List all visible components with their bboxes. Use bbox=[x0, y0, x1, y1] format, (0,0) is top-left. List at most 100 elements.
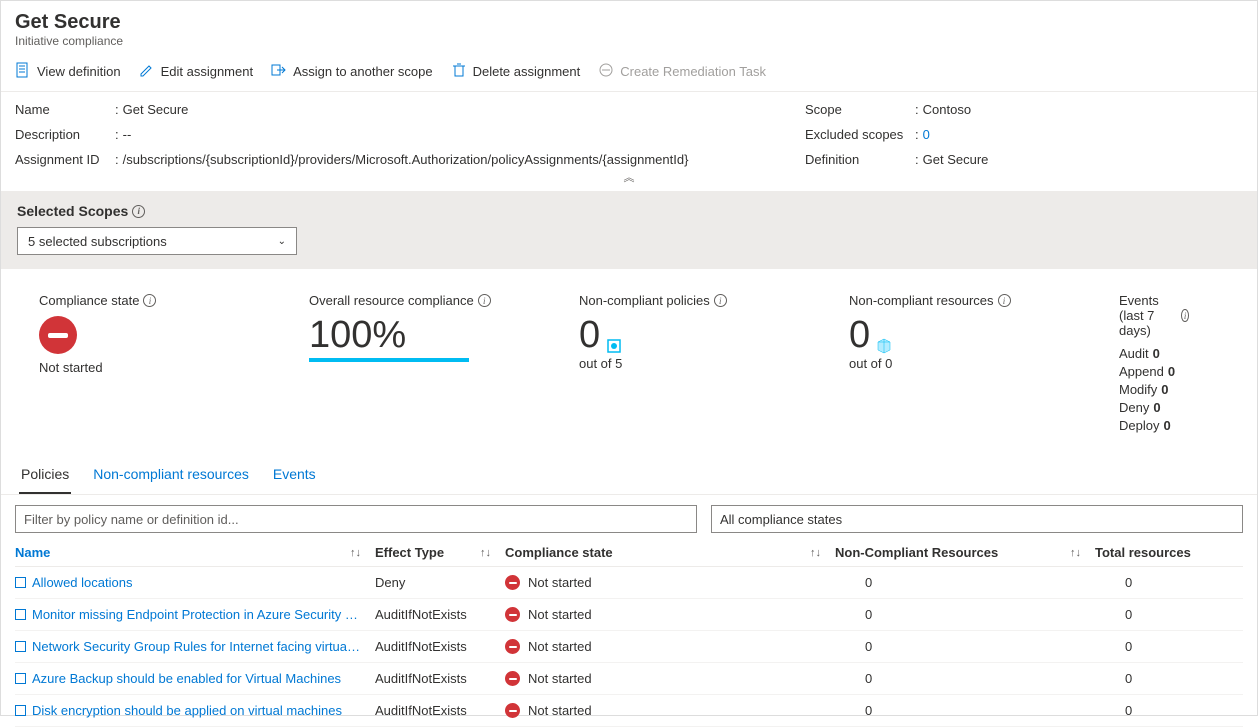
selected-scopes-label: Selected Scopes bbox=[17, 203, 128, 219]
progress-bar bbox=[309, 358, 469, 362]
table-header: Name↑↓ Effect Type↑↓ Compliance state↑↓ … bbox=[15, 537, 1243, 567]
definition-label: Definition bbox=[805, 152, 915, 167]
assign-scope-button[interactable]: Assign to another scope bbox=[271, 62, 432, 81]
policy-icon bbox=[15, 641, 26, 652]
tab-events[interactable]: Events bbox=[271, 456, 318, 494]
state-cell: Not started bbox=[505, 639, 835, 654]
sort-icon: ↑↓ bbox=[480, 547, 491, 559]
name-value: Get Secure bbox=[123, 102, 189, 117]
compliance-state-metric: Compliance statei Not started bbox=[39, 293, 309, 436]
total-cell: 0 bbox=[1095, 639, 1215, 654]
info-icon[interactable]: i bbox=[1181, 309, 1189, 322]
page-header: Get Secure Initiative compliance bbox=[1, 1, 1257, 52]
scopes-dropdown[interactable]: 5 selected subscriptions ⌄ bbox=[17, 227, 297, 255]
label: Edit assignment bbox=[161, 64, 254, 79]
label: Overall resource compliance bbox=[309, 293, 474, 308]
noncomp-cell: 0 bbox=[835, 639, 1095, 654]
event-modify: Modify0 bbox=[1119, 382, 1189, 397]
definition-icon bbox=[15, 62, 31, 81]
total-cell: 0 bbox=[1095, 607, 1215, 622]
policy-link[interactable]: Monitor missing Endpoint Protection in A… bbox=[15, 607, 358, 622]
description-label: Description bbox=[15, 127, 115, 142]
effect-cell: AuditIfNotExists bbox=[375, 639, 505, 654]
excluded-scopes-value[interactable]: 0 bbox=[923, 127, 930, 142]
effect-cell: AuditIfNotExists bbox=[375, 607, 505, 622]
tab-policies[interactable]: Policies bbox=[19, 456, 71, 494]
tab-noncompliant-resources[interactable]: Non-compliant resources bbox=[91, 456, 251, 494]
policy-filter-input[interactable] bbox=[15, 505, 697, 533]
description-value: -- bbox=[123, 127, 132, 142]
value: 0 bbox=[849, 316, 870, 354]
label: Events (last 7 days) bbox=[1119, 293, 1177, 338]
info-icon[interactable]: i bbox=[143, 294, 156, 307]
info-icon[interactable]: i bbox=[998, 294, 1011, 307]
overall-compliance-metric: Overall resource compliancei 100% bbox=[309, 293, 579, 436]
header-name[interactable]: Name↑↓ bbox=[15, 545, 375, 560]
name-label: Name bbox=[15, 102, 115, 117]
not-started-icon bbox=[505, 639, 520, 654]
label: Assign to another scope bbox=[293, 64, 432, 79]
scope-label: Scope bbox=[805, 102, 915, 117]
info-icon[interactable]: i bbox=[714, 294, 727, 307]
state-cell: Not started bbox=[505, 671, 835, 686]
command-bar: View definition Edit assignment Assign t… bbox=[1, 52, 1257, 92]
policy-link[interactable]: Azure Backup should be enabled for Virtu… bbox=[15, 671, 341, 686]
subtext: out of 5 bbox=[579, 356, 819, 371]
info-icon[interactable]: i bbox=[132, 205, 145, 218]
create-remediation-button: Create Remediation Task bbox=[598, 62, 766, 81]
view-definition-button[interactable]: View definition bbox=[15, 62, 121, 81]
header-state[interactable]: Compliance state↑↓ bbox=[505, 545, 835, 560]
not-started-icon bbox=[505, 575, 520, 590]
page-title: Get Secure bbox=[15, 11, 1243, 34]
policy-icon bbox=[15, 577, 26, 588]
value: 0 bbox=[579, 316, 600, 354]
table-row: Disk encryption should be applied on vir… bbox=[15, 695, 1243, 727]
resource-icon bbox=[876, 338, 892, 354]
noncomp-cell: 0 bbox=[835, 607, 1095, 622]
dropdown-value: 5 selected subscriptions bbox=[28, 234, 167, 249]
header-total[interactable]: Total resources bbox=[1095, 545, 1215, 560]
arrow-right-icon bbox=[271, 62, 287, 81]
edit-assignment-button[interactable]: Edit assignment bbox=[139, 62, 254, 81]
noncomp-cell: 0 bbox=[835, 575, 1095, 590]
table-row: Azure Backup should be enabled for Virtu… bbox=[15, 663, 1243, 695]
event-append: Append0 bbox=[1119, 364, 1189, 379]
info-icon[interactable]: i bbox=[478, 294, 491, 307]
policy-icon bbox=[15, 705, 26, 716]
label: Compliance state bbox=[39, 293, 139, 308]
table-row: Monitor missing Endpoint Protection in A… bbox=[15, 599, 1243, 631]
not-started-icon bbox=[505, 607, 520, 622]
event-deploy: Deploy0 bbox=[1119, 418, 1189, 433]
delete-assignment-button[interactable]: Delete assignment bbox=[451, 62, 581, 81]
event-audit: Audit0 bbox=[1119, 346, 1189, 361]
sort-icon: ↑↓ bbox=[350, 547, 361, 559]
not-started-badge-icon bbox=[39, 316, 77, 354]
policy-icon bbox=[606, 338, 622, 354]
policies-table: Name↑↓ Effect Type↑↓ Compliance state↑↓ … bbox=[1, 537, 1257, 727]
compliance-state-filter[interactable]: All compliance states bbox=[711, 505, 1243, 533]
noncompliant-resources-metric: Non-compliant resourcesi 0 out of 0 bbox=[849, 293, 1119, 436]
total-cell: 0 bbox=[1095, 671, 1215, 686]
policy-link[interactable]: Network Security Group Rules for Interne… bbox=[15, 639, 360, 654]
policy-link[interactable]: Allowed locations bbox=[15, 575, 132, 590]
trash-icon bbox=[451, 62, 467, 81]
excluded-scopes-label: Excluded scopes bbox=[805, 127, 915, 142]
events-metric: Events (last 7 days) i Audit0 Append0 Mod… bbox=[1119, 293, 1219, 436]
label: Non-compliant policies bbox=[579, 293, 710, 308]
header-effect[interactable]: Effect Type↑↓ bbox=[375, 545, 505, 560]
definition-value: Get Secure bbox=[923, 152, 989, 167]
total-cell: 0 bbox=[1095, 575, 1215, 590]
policy-icon bbox=[15, 673, 26, 684]
scope-value: Contoso bbox=[923, 102, 971, 117]
state-cell: Not started bbox=[505, 575, 835, 590]
assignment-id-label: Assignment ID bbox=[15, 152, 115, 167]
table-row: Network Security Group Rules for Interne… bbox=[15, 631, 1243, 663]
header-noncompliant[interactable]: Non-Compliant Resources↑↓ bbox=[835, 545, 1095, 560]
state-cell: Not started bbox=[505, 607, 835, 622]
tabs: Policies Non-compliant resources Events bbox=[1, 456, 1257, 495]
event-deny: Deny0 bbox=[1119, 400, 1189, 415]
collapse-toggle[interactable]: ︽ bbox=[1, 167, 1257, 191]
label: Delete assignment bbox=[473, 64, 581, 79]
label: View definition bbox=[37, 64, 121, 79]
subtext: out of 0 bbox=[849, 356, 1089, 371]
